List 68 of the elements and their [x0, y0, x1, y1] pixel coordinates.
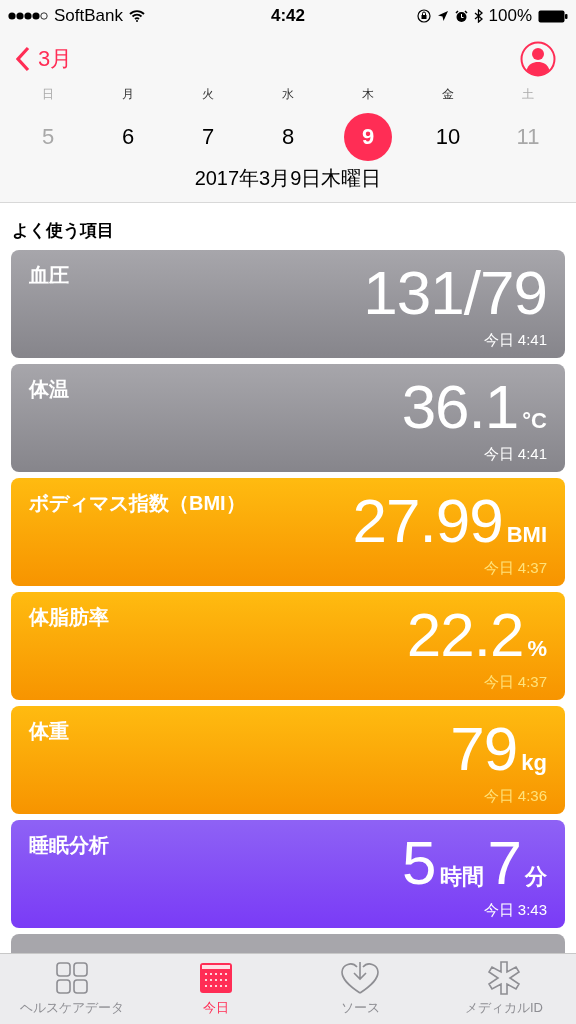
metric-card[interactable]: 体温 36.1°C 今日 4:41 — [11, 364, 565, 472]
wifi-icon — [129, 10, 145, 22]
day-button[interactable]: 7 — [184, 113, 232, 161]
weekday-label: 木 — [362, 86, 374, 103]
weekday-label: 火 — [202, 86, 214, 103]
card-title: 体脂肪率 — [29, 605, 109, 630]
metric-unit: kg — [521, 750, 547, 776]
card-timestamp: 今日 3:43 — [483, 901, 547, 920]
chevron-left-icon — [16, 46, 30, 72]
metric-value: 36.1 — [401, 376, 519, 438]
heart-download-icon — [340, 961, 380, 995]
profile-icon[interactable] — [520, 41, 556, 77]
metric-value: 27.99 — [352, 490, 503, 552]
metric-value: 131/79 — [363, 262, 547, 324]
tab[interactable]: メディカルID — [432, 954, 576, 1024]
bluetooth-icon — [473, 9, 483, 23]
section-title: よく使う項目 — [11, 220, 115, 242]
weekday-label: 月 — [122, 86, 134, 103]
metric-unit: 分 — [525, 863, 547, 891]
metric-unit: % — [527, 636, 547, 662]
card-title: 体重 — [29, 719, 69, 744]
signal-icon — [8, 11, 48, 21]
grid-icon — [55, 961, 89, 995]
metric-card[interactable]: ボディマス指数（BMI） 27.99 BMI 今日 4:37 — [11, 478, 565, 586]
metric-card[interactable]: 血圧 131/79 今日 4:41 — [11, 250, 565, 358]
card-timestamp: 今日 4:37 — [483, 559, 547, 578]
card-timestamp: 今日 4:37 — [483, 673, 547, 692]
back-button[interactable]: 3月 — [16, 44, 73, 74]
day-button[interactable]: 11 — [504, 113, 552, 161]
metric-card[interactable]: 睡眠分析 5 時間 7 分 今日 3:43 — [11, 820, 565, 928]
card-timestamp: 今日 4:36 — [483, 787, 547, 806]
rotation-lock-icon — [416, 9, 431, 23]
battery-percent: 100% — [488, 6, 532, 26]
card-title: 血圧 — [29, 263, 69, 288]
day-button[interactable]: 9 — [344, 113, 392, 161]
weekday-label: 金 — [442, 86, 454, 103]
metric-card[interactable]: 体重 79 kg 今日 4:36 — [11, 706, 565, 814]
metric-unit: 時間 — [439, 863, 484, 891]
location-icon — [436, 10, 449, 22]
day-button[interactable]: 10 — [424, 113, 472, 161]
battery-icon — [538, 9, 568, 23]
card-title: ボディマス指数（BMI） — [29, 491, 246, 516]
tab[interactable]: ヘルスケアデータ — [0, 954, 144, 1024]
clock: 4:42 — [271, 6, 305, 26]
carrier: SoftBank — [54, 6, 123, 26]
metric-unit: °C — [522, 408, 547, 434]
card-timestamp: 今日 4:41 — [483, 331, 547, 350]
metric-card[interactable]: 体脂肪率 22.2% 今日 4:37 — [11, 592, 565, 700]
card-title: 睡眠分析 — [29, 833, 109, 858]
calendar-icon — [199, 961, 233, 995]
tab[interactable]: ソース — [288, 954, 432, 1024]
weekday-label: 水 — [282, 86, 294, 103]
card-title: 体温 — [29, 377, 69, 402]
day-button[interactable]: 6 — [104, 113, 152, 161]
metric-value: 5 — [402, 832, 436, 894]
metric-unit: BMI — [506, 522, 547, 548]
day-button[interactable]: 5 — [24, 113, 72, 161]
weekday-label: 土 — [522, 86, 534, 103]
tab[interactable]: 今日 — [144, 954, 288, 1024]
card-timestamp: 今日 4:41 — [483, 445, 547, 464]
asterisk-icon — [487, 961, 521, 995]
metric-value: 79 — [450, 718, 518, 780]
day-button[interactable]: 8 — [264, 113, 312, 161]
metric-value: 22.2 — [406, 604, 524, 666]
back-label[interactable]: 3月 — [38, 44, 73, 74]
metric-value: 7 — [487, 832, 521, 894]
alarm-icon — [454, 9, 468, 23]
weekday-label: 日 — [42, 86, 54, 103]
